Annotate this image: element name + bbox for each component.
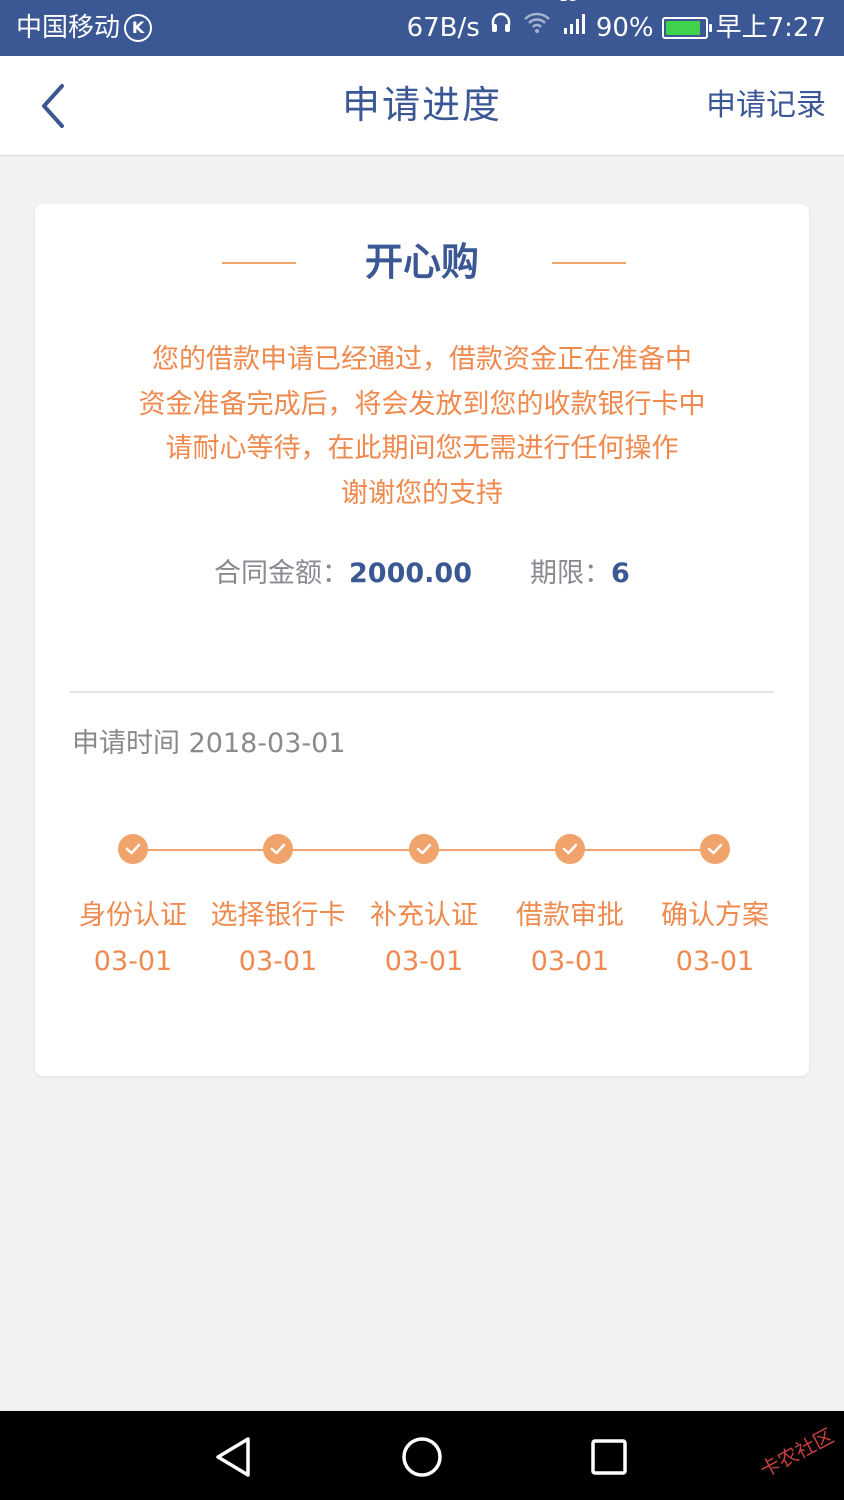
progress-step: 补充认证 03-01	[349, 834, 499, 982]
step-label: 补充认证	[370, 900, 478, 931]
divider	[70, 691, 774, 693]
contract-amount-label: 合同金额：	[214, 558, 349, 589]
step-date: 03-01	[93, 946, 173, 977]
progress-step: 选择银行卡 03-01	[203, 834, 353, 982]
recents-square-icon	[591, 1439, 627, 1475]
app-header: 申请进度 申请记录	[0, 56, 844, 156]
apply-time: 申请时间 2018-03-01	[72, 728, 346, 759]
step-label: 选择银行卡	[210, 900, 346, 931]
progress-step: 借款审批 03-01	[495, 834, 645, 982]
progress-card: 开心购 您的借款申请已经通过，借款资金正在准备中 资金准备完成后，将会发放到您的…	[35, 204, 809, 1076]
back-triangle-icon	[216, 1437, 250, 1477]
card-title: 开心购	[364, 240, 479, 284]
step-label: 身份认证	[79, 900, 187, 931]
screen: 中国移动 K 67B/s 2G 90% 早上7:27	[0, 0, 844, 1500]
check-icon	[409, 834, 439, 864]
term-label: 期限：	[530, 558, 611, 589]
check-icon	[118, 834, 148, 864]
home-circle-icon	[402, 1437, 442, 1477]
step-date: 03-01	[384, 946, 464, 977]
nav-home-button[interactable]	[394, 1429, 450, 1485]
headset-icon	[488, 0, 514, 56]
title-decor-line-right	[552, 262, 626, 264]
contract-amount-value: 2000.00	[349, 558, 472, 589]
message-line: 您的借款申请已经通过，借款资金正在准备中	[152, 344, 692, 375]
step-date: 03-01	[238, 946, 318, 977]
clock: 早上7:27	[715, 13, 826, 43]
contract-info: 合同金额：2000.00 期限：6	[35, 554, 809, 594]
message-line: 资金准备完成后，将会发放到您的收款银行卡中	[138, 388, 706, 420]
message-line: 谢谢您的支持	[341, 477, 503, 509]
watermark-logo: 卡农社区	[755, 1423, 838, 1483]
signal-icon: 2G	[560, 0, 588, 56]
step-label: 确认方案	[661, 900, 769, 931]
nav-back-button[interactable]	[206, 1429, 262, 1485]
network-speed: 67B/s	[406, 13, 480, 43]
message-line: 请耐心等待，在此期间您无需进行任何操作	[165, 433, 679, 464]
card-title-row: 开心购	[35, 232, 809, 292]
carrier-name: 中国移动	[16, 13, 121, 43]
system-nav-bar: 卡农社区	[0, 1411, 844, 1500]
network-type: 2G	[560, 0, 577, 4]
check-icon	[263, 834, 293, 864]
status-bar: 中国移动 K 67B/s 2G 90% 早上7:27	[0, 0, 844, 56]
term-value: 6	[611, 558, 630, 589]
progress-step: 身份认证 03-01	[58, 834, 208, 982]
step-label: 借款审批	[516, 900, 624, 931]
wifi-icon	[522, 0, 552, 56]
term-group: 期限：6	[530, 554, 630, 594]
check-icon	[555, 834, 585, 864]
progress-step: 确认方案 03-01	[640, 834, 790, 982]
check-icon	[700, 834, 730, 864]
application-records-link[interactable]: 申请记录	[706, 56, 826, 155]
battery-fill	[665, 21, 700, 35]
battery-percent: 90%	[595, 13, 654, 43]
battery-icon	[661, 17, 712, 39]
contract-amount-group: 合同金额：2000.00	[214, 554, 472, 594]
step-date: 03-01	[530, 946, 610, 977]
status-message: 您的借款申请已经通过，借款资金正在准备中 资金准备完成后，将会发放到您的收款银行…	[35, 338, 809, 516]
step-date: 03-01	[675, 946, 755, 977]
carrier-badge-icon: K	[124, 14, 153, 42]
nav-recents-button[interactable]	[581, 1429, 637, 1485]
